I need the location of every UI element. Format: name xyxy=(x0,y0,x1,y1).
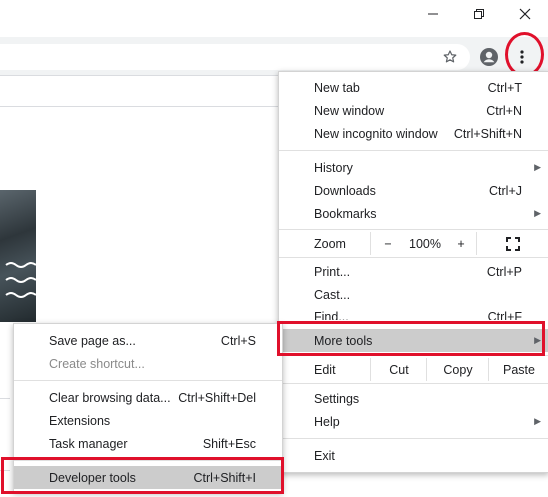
submenu-arrow-icon: ▶ xyxy=(534,208,541,218)
chrome-main-menu: New tab Ctrl+T New window Ctrl+N New inc… xyxy=(278,71,548,473)
menu-item-shortcut: Ctrl+Shift+Del xyxy=(178,390,256,405)
menu-item-shortcut: Shift+Esc xyxy=(202,436,256,451)
menu-item-label: Help xyxy=(314,414,340,429)
menu-separator xyxy=(279,257,548,258)
menu-item-new-incognito-window[interactable]: New incognito window Ctrl+Shift+N xyxy=(279,122,548,145)
menu-item-edit: Edit Cut Copy Paste xyxy=(279,358,548,381)
fullscreen-icon xyxy=(506,236,520,251)
highlight-box-developer-tools xyxy=(1,457,284,494)
menu-item-save-page-as[interactable]: Save page as... Ctrl+S xyxy=(14,329,282,352)
menu-item-help[interactable]: Help ▶ xyxy=(279,410,548,433)
profile-button[interactable] xyxy=(476,44,502,70)
menu-item-label: Extensions xyxy=(49,413,111,428)
menu-item-clear-browsing-data[interactable]: Clear browsing data... Ctrl+Shift+Del xyxy=(14,386,282,409)
menu-separator xyxy=(279,438,548,439)
page-header-bar xyxy=(0,76,280,107)
menu-item-label: Zoom xyxy=(314,236,346,251)
menu-item-settings[interactable]: Settings xyxy=(279,387,548,410)
close-button[interactable] xyxy=(502,0,548,28)
zoom-level-label: 100% xyxy=(409,236,441,251)
menu-item-label: Clear browsing data... xyxy=(49,390,171,405)
menu-item-label: Bookmarks xyxy=(314,206,377,221)
page-divider xyxy=(0,398,10,399)
minimize-button[interactable] xyxy=(410,0,456,28)
submenu-arrow-icon: ▶ xyxy=(534,416,541,426)
menu-item-label: Exit xyxy=(314,448,335,463)
menu-separator xyxy=(279,383,548,384)
zoom-out-button[interactable]: − xyxy=(370,232,405,255)
submenu-arrow-icon: ▶ xyxy=(534,162,541,172)
menu-item-shortcut: Ctrl+F xyxy=(487,310,522,320)
close-icon xyxy=(519,8,531,20)
profile-avatar-icon xyxy=(480,48,498,66)
menu-item-create-shortcut[interactable]: Create shortcut... xyxy=(14,352,282,375)
restore-icon xyxy=(474,9,484,19)
menu-separator xyxy=(279,229,548,230)
menu-item-bookmarks[interactable]: Bookmarks ▶ xyxy=(279,202,548,225)
menu-item-shortcut: Ctrl+T xyxy=(487,80,522,95)
menu-item-cast[interactable]: Cast... xyxy=(279,283,548,306)
menu-item-shortcut: Ctrl+Shift+N xyxy=(453,126,522,141)
menu-item-task-manager[interactable]: Task manager Shift+Esc xyxy=(14,432,282,455)
menu-item-label: New incognito window xyxy=(314,126,438,141)
copy-label: Copy xyxy=(443,362,473,377)
menu-item-label: Task manager xyxy=(49,436,128,451)
menu-item-shortcut: Ctrl+N xyxy=(486,103,522,118)
zoom-in-button[interactable]: + xyxy=(446,232,476,255)
restore-button[interactable] xyxy=(456,0,502,28)
menu-item-label: History xyxy=(314,160,353,175)
bookmark-star-button[interactable] xyxy=(437,44,463,70)
zoom-level: 100% xyxy=(404,232,446,255)
paste-label: Paste xyxy=(503,362,535,377)
menu-item-label: Create shortcut... xyxy=(49,356,145,371)
minimize-icon xyxy=(428,13,438,15)
page-image-waves xyxy=(5,262,36,298)
fullscreen-button[interactable] xyxy=(476,232,548,255)
menu-item-find[interactable]: Find... Ctrl+F xyxy=(279,306,548,320)
paste-button[interactable]: Paste xyxy=(488,358,548,381)
menu-item-label: Edit xyxy=(314,362,336,377)
menu-separator xyxy=(14,380,282,381)
menu-item-label: New window xyxy=(314,103,385,118)
cut-label: Cut xyxy=(389,362,409,377)
zoom-out-label: − xyxy=(384,236,392,251)
menu-item-extensions[interactable]: Extensions xyxy=(14,409,282,432)
menu-item-label: Print... xyxy=(314,264,351,279)
menu-item-new-tab[interactable]: New tab Ctrl+T xyxy=(279,76,548,99)
menu-item-label: Settings xyxy=(314,391,360,406)
menu-item-shortcut: Ctrl+P xyxy=(486,264,522,279)
menu-item-downloads[interactable]: Downloads Ctrl+J xyxy=(279,179,548,202)
copy-button[interactable]: Copy xyxy=(426,358,489,381)
menu-item-label: New tab xyxy=(314,80,360,95)
bookmark-star-icon xyxy=(443,50,457,63)
menu-item-label: Downloads xyxy=(314,183,376,198)
zoom-in-label: + xyxy=(457,236,465,251)
menu-item-label: Find... xyxy=(314,310,349,320)
menu-item-shortcut: Ctrl+J xyxy=(489,183,522,198)
menu-separator xyxy=(279,150,548,151)
menu-item-label: Cast... xyxy=(314,287,351,302)
menu-item-new-window[interactable]: New window Ctrl+N xyxy=(279,99,548,122)
menu-item-shortcut: Ctrl+S xyxy=(220,333,256,348)
menu-item-zoom: Zoom − 100% + xyxy=(279,232,548,255)
menu-item-exit[interactable]: Exit xyxy=(279,444,548,467)
page-image xyxy=(0,190,36,322)
highlight-box-more-tools xyxy=(277,321,545,356)
menu-item-label: Save page as... xyxy=(49,333,136,348)
menu-item-history[interactable]: History ▶ xyxy=(279,156,548,179)
cut-button[interactable]: Cut xyxy=(370,358,427,381)
address-bar[interactable] xyxy=(0,44,470,70)
menu-item-print[interactable]: Print... Ctrl+P xyxy=(279,260,548,283)
